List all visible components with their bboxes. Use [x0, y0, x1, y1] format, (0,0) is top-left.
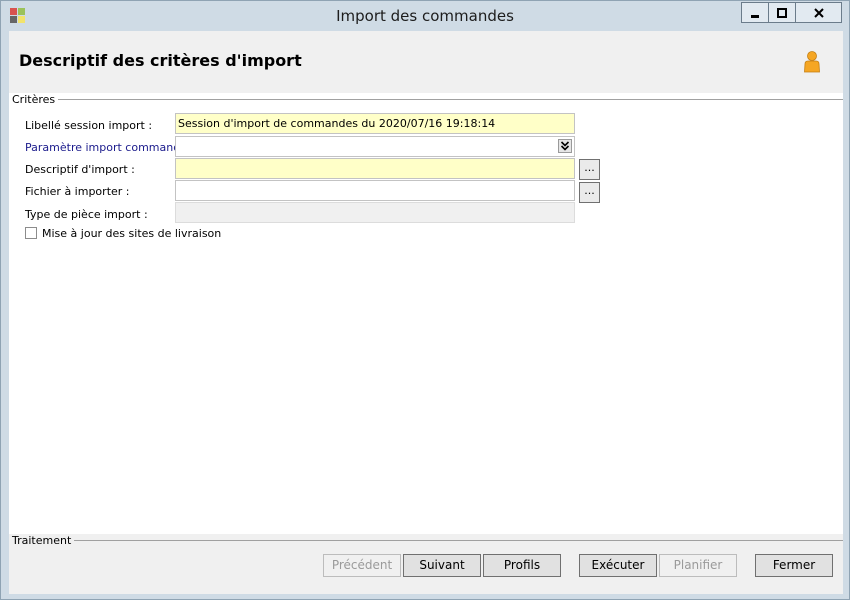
planifier-button[interactable]: Planifier [659, 554, 737, 577]
treatment-section-label: Traitement [12, 534, 75, 547]
minimize-icon [751, 14, 759, 18]
type-piece-label: Type de pièce import : [25, 208, 148, 221]
mise-a-jour-checkbox[interactable] [25, 227, 37, 239]
criteria-section-label: Critères [12, 93, 59, 106]
fermer-button[interactable]: Fermer [755, 554, 833, 577]
suivant-button[interactable]: Suivant [403, 554, 481, 577]
libelle-session-input[interactable]: Session d'import de commandes du 2020/07… [175, 113, 575, 134]
descriptif-input[interactable] [175, 158, 575, 179]
type-piece-input [175, 202, 575, 223]
page-title: Descriptif des critères d'import [19, 51, 302, 70]
treatment-separator [64, 540, 843, 541]
client-area: Descriptif des critères d'import Critère… [9, 31, 843, 594]
treatment-band: Traitement Précédent Suivant Profils Exé… [9, 534, 843, 594]
maximize-icon [777, 7, 787, 18]
libelle-label: Libellé session import : [25, 119, 153, 132]
window-title: Import des commandes [336, 7, 514, 25]
executer-button[interactable]: Exécuter [579, 554, 657, 577]
descriptif-label: Descriptif d'import : [25, 163, 135, 176]
parametre-label[interactable]: Paramètre import commande : [25, 141, 194, 154]
close-icon [813, 7, 824, 18]
double-chevron-down-icon [560, 141, 570, 151]
mise-a-jour-label[interactable]: Mise à jour des sites de livraison [42, 227, 221, 240]
import-window: Import des commandes Descriptif des crit… [0, 0, 850, 600]
fichier-browse-button[interactable]: ... [579, 182, 600, 203]
user-icon[interactable] [803, 51, 821, 73]
title-bar[interactable]: Import des commandes [1, 1, 849, 31]
descriptif-browse-button[interactable]: ... [579, 159, 600, 180]
close-button[interactable] [795, 2, 842, 23]
precedent-button[interactable]: Précédent [323, 554, 401, 577]
profils-button[interactable]: Profils [483, 554, 561, 577]
parametre-select[interactable] [175, 136, 575, 157]
criteria-separator [54, 99, 843, 100]
parametre-dropdown-button[interactable] [558, 139, 572, 153]
fichier-label: Fichier à importer : [25, 185, 130, 198]
fichier-input[interactable] [175, 180, 575, 201]
maximize-button[interactable] [768, 2, 796, 23]
header-band: Descriptif des critères d'import [9, 31, 843, 93]
minimize-button[interactable] [741, 2, 769, 23]
